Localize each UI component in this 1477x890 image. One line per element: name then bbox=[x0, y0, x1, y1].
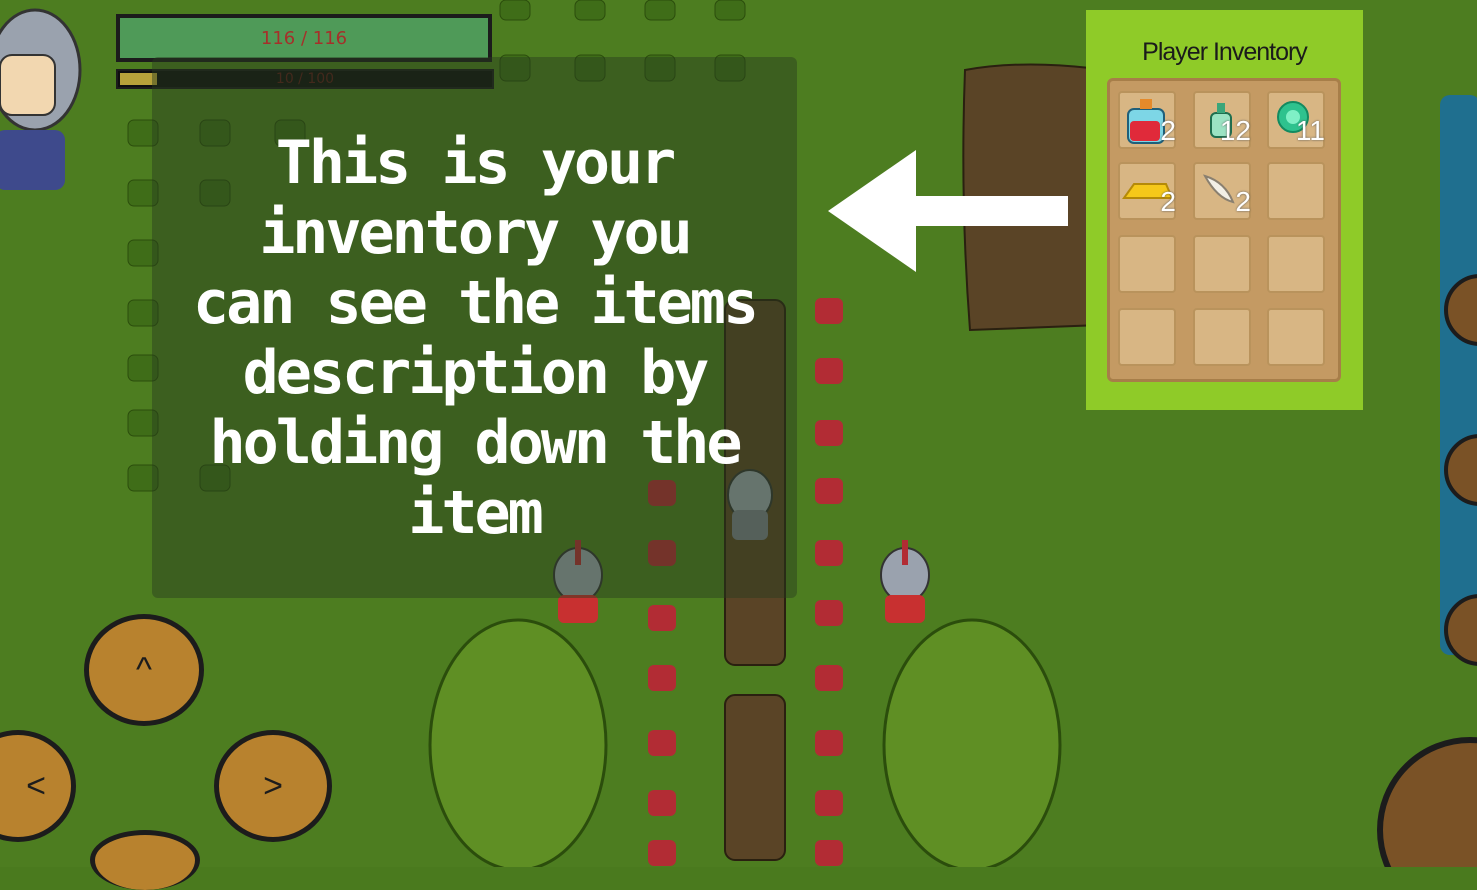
health-bar: 116 / 116 bbox=[116, 14, 492, 62]
health-text: 116 / 116 bbox=[260, 27, 348, 49]
move-down-button[interactable] bbox=[90, 830, 200, 890]
move-right-label: > bbox=[263, 766, 283, 805]
item-count: 2 bbox=[1160, 186, 1176, 217]
inventory-slot-2[interactable]: 12 bbox=[1193, 91, 1251, 149]
tree bbox=[882, 618, 1062, 867]
inventory-title: Player Inventory bbox=[1142, 38, 1308, 66]
item-count: 11 bbox=[1295, 115, 1325, 146]
inventory-slot-7[interactable] bbox=[1118, 235, 1176, 293]
tutorial-line: item bbox=[408, 478, 544, 548]
dirt-path bbox=[724, 694, 786, 861]
move-left-label: < bbox=[26, 766, 46, 805]
inventory-slot-11[interactable] bbox=[1193, 308, 1251, 366]
tutorial-line: inventory you bbox=[259, 198, 693, 268]
tutorial-line: can see the items bbox=[192, 268, 759, 338]
inventory-slot-1[interactable]: 2 bbox=[1118, 91, 1176, 149]
tutorial-line: description by bbox=[242, 338, 710, 408]
arrow-left-icon bbox=[828, 150, 1068, 272]
move-up-button[interactable]: ^ bbox=[84, 614, 204, 726]
inventory-slot-6[interactable] bbox=[1267, 162, 1325, 220]
tutorial-line: holding down the bbox=[209, 408, 743, 478]
inventory-slot-5[interactable]: 2 bbox=[1193, 162, 1251, 220]
inventory-slot-3[interactable]: 11 bbox=[1267, 91, 1325, 149]
move-up-label: ^ bbox=[136, 650, 152, 689]
tutorial-line: This is your bbox=[275, 128, 676, 198]
tutorial-message: This is your inventory you can see the i… bbox=[152, 128, 797, 548]
inventory-slot-10[interactable] bbox=[1118, 308, 1176, 366]
inventory-slot-9[interactable] bbox=[1267, 235, 1325, 293]
inventory-panel: Player Inventory 2 12 11 2 2 bbox=[1086, 10, 1363, 410]
item-count: 2 bbox=[1235, 186, 1251, 217]
item-count: 2 bbox=[1160, 115, 1176, 146]
tree bbox=[428, 618, 608, 867]
item-count: 12 bbox=[1219, 115, 1251, 146]
inventory-slot-4[interactable]: 2 bbox=[1118, 162, 1176, 220]
inventory-slot-8[interactable] bbox=[1193, 235, 1251, 293]
water bbox=[1440, 95, 1477, 655]
inventory-slot-12[interactable] bbox=[1267, 308, 1325, 366]
move-right-button[interactable]: > bbox=[214, 730, 332, 842]
